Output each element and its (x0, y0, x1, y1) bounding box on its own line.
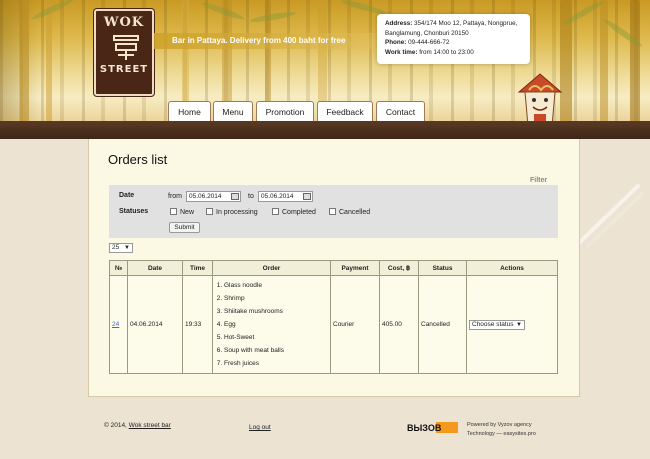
chevron-down-icon: ▼ (516, 321, 522, 328)
date-from-value: 05.06.2014 (189, 193, 222, 200)
to-label: to (248, 193, 254, 200)
col-date: Date (127, 260, 183, 276)
logo-glyph-icon (113, 35, 139, 60)
order-item: Hot-Sweet (224, 331, 330, 344)
status-completed-label: Completed (282, 209, 316, 216)
order-date: 04.06.2014 (127, 275, 183, 374)
status-completed-checkbox[interactable] (272, 208, 279, 215)
order-actions: Choose status ▼ (466, 275, 558, 374)
filter-toggle[interactable]: Filter (530, 177, 547, 184)
order-cost: 405.00 (379, 275, 419, 374)
powered-line-1: Powered by Vyzov agency (467, 422, 532, 428)
col-cost: Cost, ฿ (379, 260, 419, 276)
logo-word-top: WOK (103, 15, 145, 30)
choose-status-value: Choose status (472, 320, 514, 328)
date-from-input[interactable]: 05.06.2014 (186, 191, 241, 202)
date-to-input[interactable]: 05.06.2014 (258, 191, 313, 202)
address-label: Address: (385, 20, 413, 27)
calendar-icon[interactable] (231, 193, 239, 200)
status-new-checkbox[interactable] (170, 208, 177, 215)
agency-logo[interactable]: ВЫЗОВ (407, 422, 458, 436)
col-order: Order (212, 260, 331, 276)
status-in-processing-label: In processing (216, 209, 258, 216)
nav-feedback[interactable]: Feedback (317, 101, 373, 122)
powered-by: Powered by Vyzov agency Technology — eas… (467, 421, 536, 439)
filter-panel: Date from 05.06.2014 to 05.06.2014 Statu… (109, 185, 558, 238)
powered-line-2: Technology — easysites.pro (467, 431, 536, 437)
phone-value: 09-444-666-72 (408, 39, 450, 47)
order-items: Glass noodle Shrimp Shiitake mushrooms E… (212, 275, 331, 374)
col-actions: Actions (466, 260, 558, 276)
col-number: № (109, 260, 128, 276)
order-item: Fresh juices (224, 357, 330, 370)
order-status: Cancelled (418, 275, 467, 374)
statuses-label: Statuses (119, 208, 149, 215)
copyright-text: © 2014, (104, 422, 127, 429)
order-item: Shrimp (224, 292, 330, 305)
header-bottom-bar (0, 121, 650, 139)
calendar-icon[interactable] (303, 193, 311, 200)
orders-content: Orders list Filter Date from 05.06.2014 … (88, 139, 580, 397)
contact-info-box: Address: 354/174 Moo 12, Pattaya, Nongpr… (377, 14, 530, 64)
footer-copyright: © 2014, Wok street bar (104, 422, 171, 429)
order-id-link[interactable]: 24 (112, 321, 119, 328)
choose-status-select[interactable]: Choose status ▼ (469, 319, 525, 330)
nav-menu[interactable]: Menu (213, 101, 253, 122)
status-cancelled-label: Cancelled (339, 209, 371, 216)
worktime-value: from 14:00 to 23:00 (419, 48, 474, 56)
nav-home[interactable]: Home (168, 101, 211, 122)
per-page-select[interactable]: 25 ▼ (109, 243, 133, 253)
col-time: Time (182, 260, 213, 276)
table-header-row: № Date Time Order Payment Cost, ฿ Status… (109, 260, 558, 276)
logout-link[interactable]: Log out (249, 424, 271, 431)
table-row: 24 04.06.2014 19:33 Glass noodle Shrimp … (109, 275, 558, 374)
noodle-box-mascot-icon (517, 73, 563, 127)
status-cancelled-checkbox[interactable] (329, 208, 336, 215)
worktime-label: Work time: (385, 48, 418, 56)
date-label: Date (119, 192, 135, 199)
orders-table: № Date Time Order Payment Cost, ฿ Status… (109, 260, 558, 374)
chevron-down-icon: ▼ (124, 245, 130, 251)
order-payment: Courier (330, 275, 380, 374)
agency-logo-text: ВЫЗОВ (407, 423, 442, 433)
nav-promotion[interactable]: Promotion (256, 101, 314, 122)
page-title: Orders list (108, 152, 168, 167)
status-in-processing-checkbox[interactable] (206, 208, 213, 215)
delivery-tagline: Bar in Pattaya. Delivery from 400 baht f… (154, 33, 390, 49)
date-to-value: 05.06.2014 (261, 193, 294, 200)
order-item: Glass noodle (224, 279, 330, 292)
order-time: 19:33 (182, 275, 213, 374)
site-logo[interactable]: WOK STREET (94, 9, 154, 96)
order-item: Egg (224, 318, 330, 331)
nav-contact[interactable]: Contact (376, 101, 425, 122)
site-link[interactable]: Wok street bar (129, 422, 171, 429)
from-label: from (168, 193, 182, 200)
chopsticks-decoration-icon (578, 184, 644, 248)
logo-word-bottom: STREET (99, 64, 149, 75)
order-item: Shiitake mushrooms (224, 305, 330, 318)
submit-button[interactable]: Submit (169, 222, 200, 233)
per-page-value: 25 (112, 244, 120, 251)
phone-label: Phone: (385, 39, 407, 47)
col-status: Status (418, 260, 467, 276)
order-item: Soup with meat balls (224, 344, 330, 357)
status-new-label: New (180, 209, 195, 216)
col-payment: Payment (330, 260, 380, 276)
